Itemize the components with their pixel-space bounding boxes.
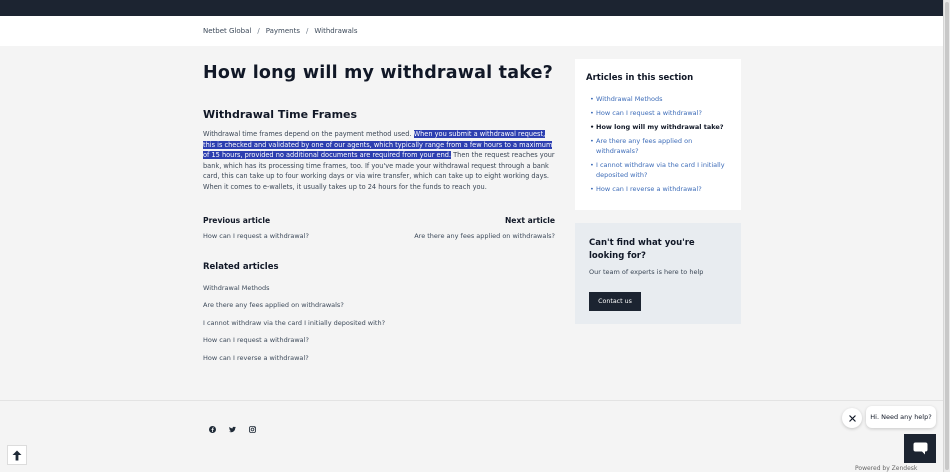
section-heading: Withdrawal Time Frames — [203, 108, 358, 121]
previous-article-label: Previous article — [203, 216, 271, 225]
twitter-icon[interactable] — [229, 426, 236, 433]
instagram-icon[interactable] — [249, 426, 256, 433]
scrollbar-thumb[interactable] — [945, 2, 949, 470]
sidebar-item-request-withdrawal[interactable]: How can I request a withdrawal? — [590, 108, 730, 118]
related-article-link[interactable]: How can I reverse a withdrawal? — [203, 354, 385, 371]
top-header-bar — [0, 0, 943, 16]
breadcrumb-payments[interactable]: Payments — [266, 27, 300, 35]
chat-dismiss-button[interactable] — [842, 408, 862, 428]
breadcrumb-separator: / — [306, 27, 309, 35]
help-text: Our team of experts is here to help — [589, 268, 704, 276]
social-links — [209, 426, 256, 433]
sidebar-item-card-withdraw[interactable]: I cannot withdraw via the card I initial… — [590, 160, 730, 180]
related-article-link[interactable]: I cannot withdraw via the card I initial… — [203, 319, 385, 336]
sidebar-item-fees[interactable]: Are there any fees applied on withdrawal… — [590, 136, 730, 156]
arrow-up-icon — [12, 450, 22, 460]
related-article-link[interactable]: How can I request a withdrawal? — [203, 336, 385, 353]
close-icon — [848, 414, 856, 422]
breadcrumb: Netbet Global / Payments / Withdrawals — [203, 27, 357, 35]
chat-launcher-button[interactable] — [904, 434, 936, 463]
chat-icon — [913, 442, 927, 455]
next-article-link[interactable]: Are there any fees applied on withdrawal… — [414, 232, 555, 240]
article-title: How long will my withdrawal take? — [203, 63, 554, 83]
breadcrumb-bar — [0, 16, 943, 46]
vertical-scrollbar[interactable] — [943, 0, 950, 472]
help-card: Can't find what you're looking for? Our … — [575, 223, 741, 324]
article-pagination: Previous article Next article How can I … — [203, 216, 555, 246]
related-articles-list: Withdrawal Methods Are there any fees ap… — [203, 284, 385, 371]
sidebar-item-reverse-withdrawal[interactable]: How can I reverse a withdrawal? — [590, 184, 730, 194]
previous-article-link[interactable]: How can I request a withdrawal? — [203, 232, 309, 240]
next-article-label: Next article — [504, 216, 555, 225]
section-articles-title: Articles in this section — [586, 73, 694, 83]
sidebar-item-withdrawal-methods[interactable]: Withdrawal Methods — [590, 94, 730, 104]
help-title: Can't find what you're looking for? — [589, 238, 695, 261]
body-text-part-1: Withdrawal time frames depend on the pay… — [203, 130, 414, 138]
breadcrumb-withdrawals[interactable]: Withdrawals — [314, 27, 357, 35]
facebook-icon[interactable] — [209, 426, 216, 433]
section-articles-list: Withdrawal Methods How can I request a w… — [590, 94, 730, 198]
related-article-link[interactable]: Are there any fees applied on withdrawal… — [203, 301, 385, 318]
footer-divider — [0, 400, 943, 401]
contact-us-button[interactable]: Contact us — [589, 292, 641, 311]
scroll-to-top-button[interactable] — [7, 445, 27, 465]
related-article-link[interactable]: Withdrawal Methods — [203, 284, 385, 301]
breadcrumb-separator: / — [257, 27, 260, 35]
chat-greeting-bubble[interactable]: Hi. Need any help? — [866, 406, 936, 428]
powered-by-zendesk[interactable]: Powered by Zendesk — [855, 465, 917, 472]
section-articles-card: Articles in this section Withdrawal Meth… — [575, 59, 741, 210]
article-body: Withdrawal time frames depend on the pay… — [203, 129, 555, 193]
sidebar-item-current-article: How long will my withdrawal take? — [590, 122, 730, 132]
related-articles-heading: Related articles — [203, 262, 279, 272]
breadcrumb-netbet-global[interactable]: Netbet Global — [203, 27, 251, 35]
